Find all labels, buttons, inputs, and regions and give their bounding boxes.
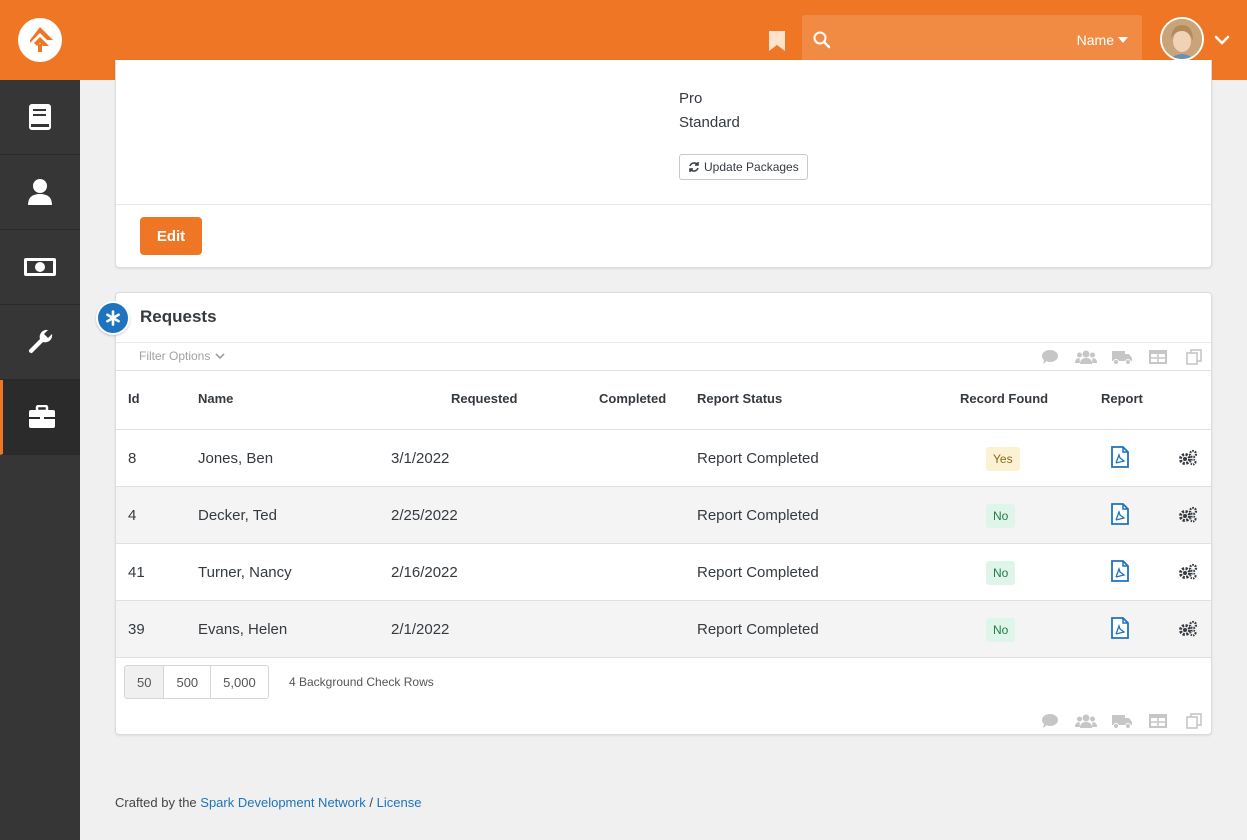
asterisk-icon [96, 301, 130, 335]
page-footer: Crafted by the Spark Development Network… [115, 795, 421, 810]
details-panel: Pro Standard Update Packages Edit [115, 60, 1212, 268]
row-count: 4 Background Check Rows [289, 675, 434, 689]
gears-icon[interactable] [1178, 449, 1198, 467]
edit-button[interactable]: Edit [140, 217, 202, 255]
page-size-option[interactable]: 500 [164, 666, 212, 698]
record-found-badge: Yes [986, 447, 1020, 471]
sidebar-item-admin[interactable] [0, 380, 80, 455]
merge-people-icon[interactable] [1068, 711, 1104, 731]
bulk-update-truck-icon[interactable] [1104, 711, 1140, 731]
update-packages-label: Update Packages [704, 160, 799, 174]
license-link[interactable]: License [377, 795, 422, 810]
cell-id: 39 [128, 621, 145, 638]
search-icon [812, 30, 832, 50]
cell-id: 8 [128, 450, 137, 467]
money-icon [24, 258, 56, 276]
page-size-selector: 50 500 5,000 [124, 665, 269, 699]
filter-options-toggle[interactable]: Filter Options [139, 349, 225, 363]
record-found-badge: No [986, 561, 1016, 585]
filter-options-label: Filter Options [139, 349, 211, 363]
communicate-icon[interactable] [1032, 711, 1068, 731]
column-header-completed[interactable]: Completed [599, 391, 666, 406]
export-excel-icon[interactable] [1140, 347, 1176, 367]
wrench-icon [28, 329, 53, 354]
merge-template-icon[interactable] [1176, 711, 1212, 731]
table-row[interactable]: 4 Decker, Ted 2/25/2022 Report Completed… [116, 486, 1211, 543]
cell-requested: 2/1/2022 [391, 621, 450, 638]
spark-link[interactable]: Spark Development Network [200, 795, 365, 810]
cell-id: 4 [128, 507, 137, 524]
divider [116, 657, 1211, 658]
column-header-requested[interactable]: Requested [451, 391, 517, 406]
person-icon [28, 179, 52, 205]
pdf-file-icon[interactable] [1111, 560, 1129, 582]
page-size-option[interactable]: 50 [125, 666, 165, 698]
record-found-badge: No [986, 618, 1016, 642]
chevron-down-icon[interactable] [1214, 32, 1230, 48]
column-header-id[interactable]: Id [128, 391, 140, 406]
pdf-file-icon[interactable] [1111, 503, 1129, 525]
gears-icon[interactable] [1178, 563, 1198, 581]
requests-panel: Requests Filter Options Id Name Requeste… [115, 292, 1212, 735]
search-input[interactable] [842, 25, 1062, 55]
column-header-report: Report [1101, 391, 1143, 406]
cell-name: Jones, Ben [198, 450, 274, 467]
cell-name: Decker, Ted [198, 507, 277, 524]
column-header-record-found[interactable]: Record Found [960, 391, 1048, 406]
sidebar-item-tools[interactable] [0, 305, 80, 380]
search-box: Name [802, 15, 1142, 65]
sidebar-item-people[interactable] [0, 155, 80, 230]
cell-requested: 2/16/2022 [391, 564, 458, 581]
cell-id: 41 [128, 564, 145, 581]
package-item: Pro [679, 90, 703, 107]
gears-icon[interactable] [1178, 506, 1198, 524]
sidebar-item-finance[interactable] [0, 230, 80, 305]
cell-report-status: Report Completed [697, 507, 819, 524]
cell-report-status: Report Completed [697, 450, 819, 467]
cell-name: Evans, Helen [198, 621, 288, 638]
caret-down-icon [1118, 37, 1128, 43]
bookmark-icon[interactable] [768, 30, 786, 52]
table-row[interactable]: 8 Jones, Ben 3/1/2022 Report Completed Y… [116, 429, 1211, 486]
page-size-option[interactable]: 5,000 [211, 666, 268, 698]
details-footer: Edit [116, 204, 1211, 268]
column-header-name[interactable]: Name [198, 391, 233, 406]
cell-requested: 2/25/2022 [391, 507, 458, 524]
search-type-dropdown[interactable]: Name [1077, 32, 1128, 48]
table-row[interactable]: 41 Turner, Nancy 2/16/2022 Report Comple… [116, 543, 1211, 600]
package-item: Standard [679, 114, 740, 131]
divider [116, 370, 1211, 371]
rock-logo-icon[interactable] [18, 18, 62, 62]
grid-actions-bottom [1032, 711, 1212, 731]
briefcase-icon [28, 405, 55, 428]
refresh-icon [689, 162, 699, 172]
merge-template-icon[interactable] [1176, 347, 1212, 367]
cell-report-status: Report Completed [697, 621, 819, 638]
pdf-file-icon[interactable] [1111, 617, 1129, 639]
book-icon [29, 104, 51, 130]
bulk-update-truck-icon[interactable] [1104, 347, 1140, 367]
divider [116, 342, 1211, 343]
search-type-label: Name [1076, 32, 1114, 48]
pdf-file-icon[interactable] [1111, 446, 1129, 468]
requests-title: Requests [140, 307, 217, 326]
gears-icon[interactable] [1178, 620, 1198, 638]
cell-name: Turner, Nancy [198, 564, 292, 581]
sidebar [0, 80, 80, 840]
sidebar-item-content[interactable] [0, 80, 80, 155]
chevron-down-icon [215, 352, 225, 359]
update-packages-button[interactable]: Update Packages [679, 154, 808, 180]
grid-actions-top [1032, 347, 1212, 367]
cell-requested: 3/1/2022 [391, 450, 450, 467]
footer-prefix: Crafted by the [115, 795, 197, 810]
column-header-report-status[interactable]: Report Status [697, 391, 782, 406]
export-excel-icon[interactable] [1140, 711, 1176, 731]
avatar[interactable] [1160, 17, 1204, 61]
record-found-badge: No [986, 504, 1016, 528]
cell-report-status: Report Completed [697, 564, 819, 581]
merge-people-icon[interactable] [1068, 347, 1104, 367]
table-row[interactable]: 39 Evans, Helen 2/1/2022 Report Complete… [116, 600, 1211, 657]
communicate-icon[interactable] [1032, 347, 1068, 367]
footer-separator: / [369, 795, 373, 810]
